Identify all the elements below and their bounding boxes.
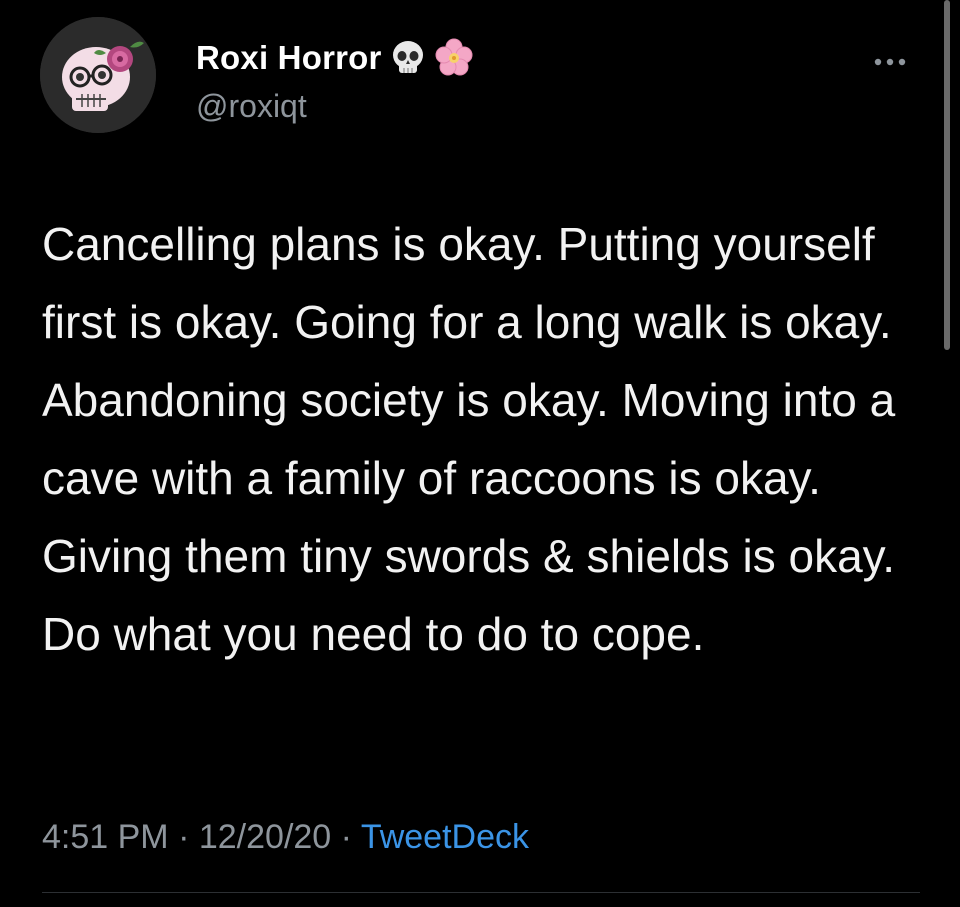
scrollbar-thumb[interactable] <box>944 0 950 350</box>
skull-avatar-icon <box>40 17 156 133</box>
skull-icon <box>388 38 428 78</box>
user-handle[interactable]: @roxiqt <box>196 88 307 125</box>
tweet-metadata: 4:51 PM · 12/20/20 · TweetDeck <box>42 818 529 857</box>
divider <box>42 892 920 893</box>
display-name[interactable]: Roxi Horror <box>196 39 382 77</box>
tweet-date[interactable]: 12/20/20 <box>199 818 331 856</box>
tweet-source-link[interactable]: TweetDeck <box>361 818 529 856</box>
tweet-time[interactable]: 4:51 PM <box>42 818 169 856</box>
more-options-icon[interactable] <box>868 50 912 74</box>
tweet-text: Cancelling plans is okay. Putting yourse… <box>42 218 896 660</box>
tweet: Roxi Horror @roxiqt Cancelling plans is … <box>0 0 960 907</box>
meta-separator: · <box>178 818 199 856</box>
author-name-row: Roxi Horror <box>196 36 474 80</box>
meta-separator: · <box>340 818 361 856</box>
avatar[interactable] <box>40 17 156 133</box>
cherry-blossom-icon <box>434 38 474 78</box>
